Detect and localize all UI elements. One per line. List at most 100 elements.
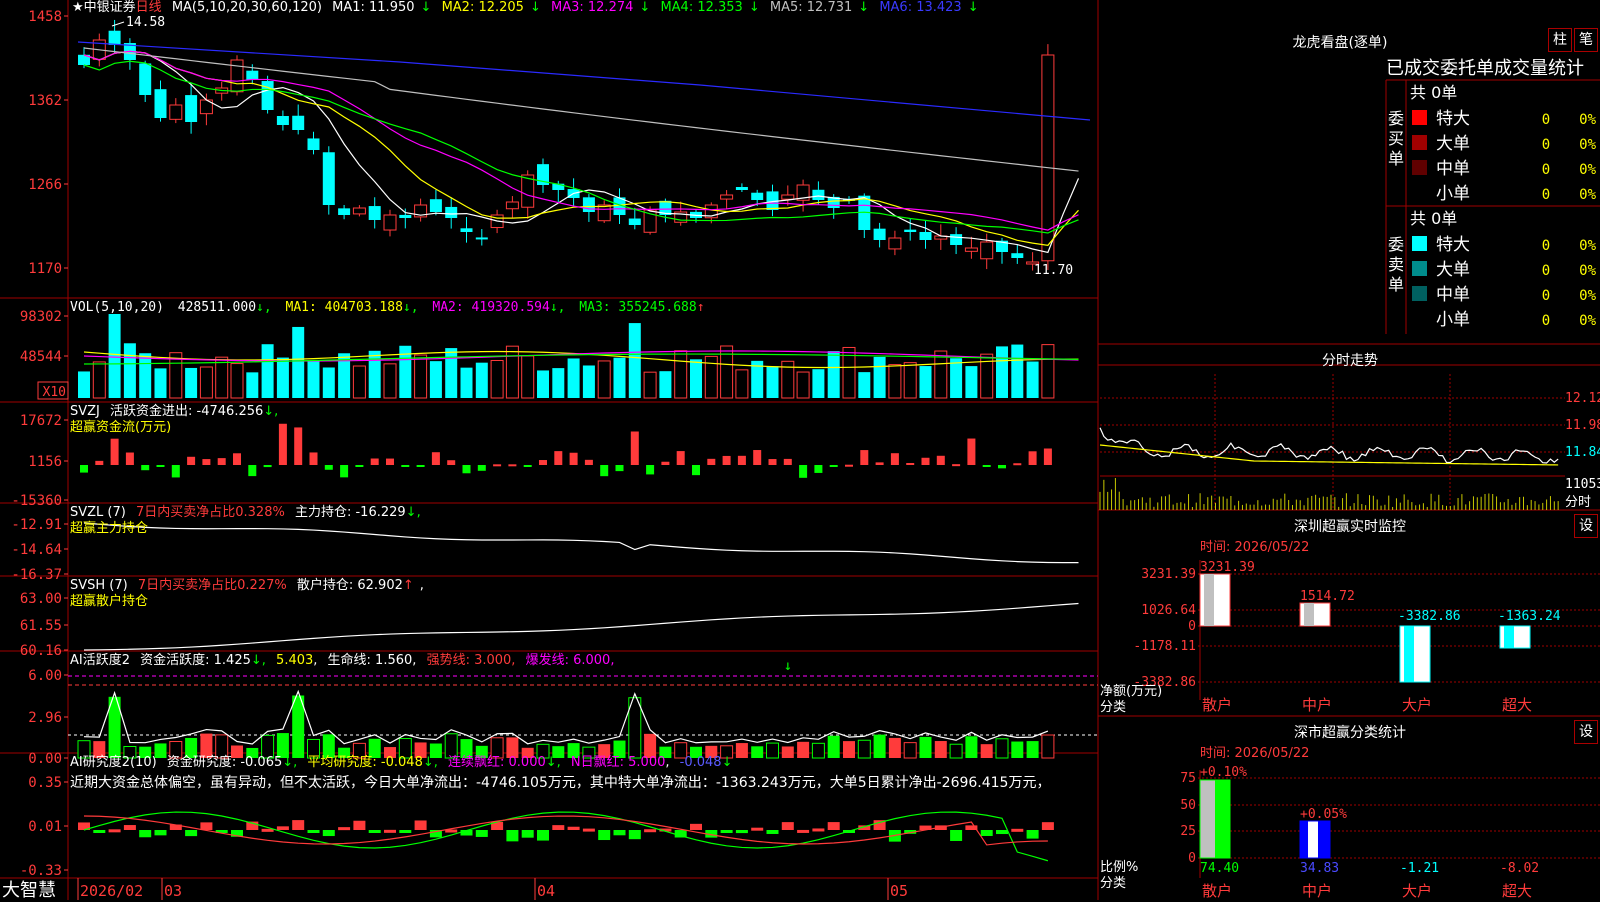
sell-row-pct: 0% bbox=[1579, 313, 1596, 329]
candle-down bbox=[582, 197, 595, 212]
candles-group bbox=[78, 19, 1055, 271]
candle-down bbox=[154, 89, 167, 118]
svzj-bar bbox=[248, 465, 257, 477]
svzj-tick: -15360 bbox=[11, 493, 62, 509]
tick-view-button[interactable]: 笔 bbox=[1574, 28, 1598, 52]
ai1-title: AI活跃度2 bbox=[70, 653, 130, 668]
candle-up bbox=[505, 201, 519, 210]
sell-row-name: 中单 bbox=[1436, 285, 1470, 305]
svzj-bar bbox=[829, 465, 838, 467]
svsh-header: SVSH (7) 7日内买卖净占比0.227% 散户持仓: 62.902↑, bbox=[70, 578, 424, 593]
sz-tick: 0 bbox=[1188, 619, 1196, 634]
svsh-tick: 61.55 bbox=[20, 618, 62, 634]
volume-bar bbox=[735, 369, 749, 399]
ma3-value: MA3: 12.274 ↓ bbox=[551, 0, 651, 15]
sc-category-label: 散户 bbox=[1202, 882, 1232, 900]
candle-up bbox=[352, 207, 366, 215]
activity-bar bbox=[919, 736, 932, 758]
buy-side-label: 单 bbox=[1388, 149, 1404, 168]
activity-bar bbox=[751, 746, 764, 758]
volume-bar bbox=[276, 357, 289, 398]
intraday-title[interactable]: 分时走势 bbox=[1100, 350, 1600, 370]
volume-bar bbox=[185, 367, 198, 398]
sell-row-count: 0 bbox=[1542, 238, 1550, 254]
svzj-bar bbox=[401, 465, 410, 467]
volume-bar bbox=[1026, 361, 1039, 398]
volume-bar bbox=[996, 346, 1008, 398]
ma5-value: MA5: 12.731 ↓ bbox=[769, 0, 870, 15]
research-bar bbox=[414, 820, 427, 830]
sell-swatch bbox=[1412, 286, 1427, 301]
research-bar bbox=[521, 830, 534, 838]
sc-category-label: 超大 bbox=[1502, 882, 1532, 900]
svzj-bar bbox=[982, 465, 991, 467]
ai2-res: 资金研究度: -0.065 bbox=[166, 755, 283, 770]
ai1-strong: 强势线: 3.000 bbox=[426, 653, 512, 668]
sz-bar-shade bbox=[1504, 626, 1514, 648]
ai2-cont: 连续飘红: 0.000 bbox=[448, 755, 546, 770]
buy-row-count: 0 bbox=[1542, 137, 1550, 153]
sz-settings-button[interactable]: 设 bbox=[1574, 514, 1598, 538]
ai1-v2: 5.403 bbox=[276, 653, 314, 668]
candle-down bbox=[445, 206, 458, 218]
svzj-bar bbox=[141, 465, 150, 471]
research-bar bbox=[123, 825, 136, 830]
buy-row-pct: 0% bbox=[1579, 137, 1596, 153]
buy-side-label: 委 bbox=[1388, 109, 1404, 128]
candle-down bbox=[338, 208, 351, 215]
candle-up bbox=[964, 247, 978, 252]
intraday-vol-tick: 11053 bbox=[1565, 477, 1600, 492]
ai1-tick: 6.00 bbox=[28, 668, 62, 684]
svzj-bar bbox=[477, 465, 486, 471]
ma2-value: MA2: 12.205 ↓ bbox=[441, 0, 541, 15]
volume-bar bbox=[78, 371, 90, 398]
sc-settings-button[interactable]: 设 bbox=[1574, 720, 1598, 744]
sc-top-label: +0.05% bbox=[1300, 807, 1347, 822]
volume-bar bbox=[1011, 344, 1024, 398]
vol-tick: 98302 bbox=[20, 309, 62, 325]
volume-bar bbox=[796, 371, 810, 399]
x-axis-label: 2026/02 bbox=[80, 882, 143, 900]
svzj-header: SVZJ 活跃资金进出: -4746.256↓, bbox=[70, 404, 279, 419]
volume-bar bbox=[199, 366, 213, 399]
candle-down bbox=[261, 81, 274, 110]
app-logo: 大智慧 bbox=[2, 880, 56, 901]
sc-bar-shade bbox=[1300, 821, 1308, 858]
research-bar bbox=[797, 829, 810, 833]
svzj-subtitle: 超赢资金流(万元) bbox=[70, 420, 172, 435]
volume-bar bbox=[154, 368, 167, 398]
stock-name[interactable]: ★中银证券 bbox=[72, 0, 136, 15]
svzj-bar bbox=[202, 459, 211, 465]
vol-tick: 48544 bbox=[20, 349, 62, 365]
svzj-bar bbox=[278, 423, 287, 465]
ai2-nday: N日飘红: 5.000 bbox=[570, 755, 666, 770]
activity-bar bbox=[873, 734, 886, 758]
candle-down bbox=[628, 218, 641, 225]
research-bar bbox=[506, 830, 519, 842]
period-label[interactable]: 日线 bbox=[136, 0, 162, 15]
research-bar bbox=[567, 826, 580, 830]
volume-bar bbox=[919, 366, 932, 398]
sz-tick: 1026.64 bbox=[1141, 603, 1196, 618]
bar-view-button[interactable]: 柱 bbox=[1548, 28, 1572, 52]
volume-bar bbox=[383, 363, 397, 399]
volume-bar bbox=[505, 345, 519, 399]
candle-down bbox=[735, 187, 748, 190]
sell-side-label: 委 bbox=[1388, 235, 1404, 254]
svzj-bar bbox=[355, 465, 364, 467]
research-bar bbox=[628, 830, 641, 840]
buy-row-name: 大单 bbox=[1436, 134, 1470, 154]
svzj-bar bbox=[431, 452, 440, 465]
sell-row-name: 特大 bbox=[1436, 235, 1470, 255]
svzj-bar bbox=[630, 431, 639, 465]
svzj-bar bbox=[875, 462, 884, 465]
ma1-value: MA1: 11.950 ↓ bbox=[332, 0, 432, 15]
sell-row-pct: 0% bbox=[1579, 288, 1596, 304]
research-bar bbox=[154, 830, 167, 836]
x-axis-label: 05 bbox=[890, 882, 908, 900]
vol-value: 428511.000 bbox=[177, 300, 257, 315]
volume-bar bbox=[108, 313, 121, 398]
ai2-title: AI研究度2(10) bbox=[70, 755, 157, 770]
svzj-bar bbox=[676, 451, 685, 465]
candle-down bbox=[812, 189, 825, 200]
